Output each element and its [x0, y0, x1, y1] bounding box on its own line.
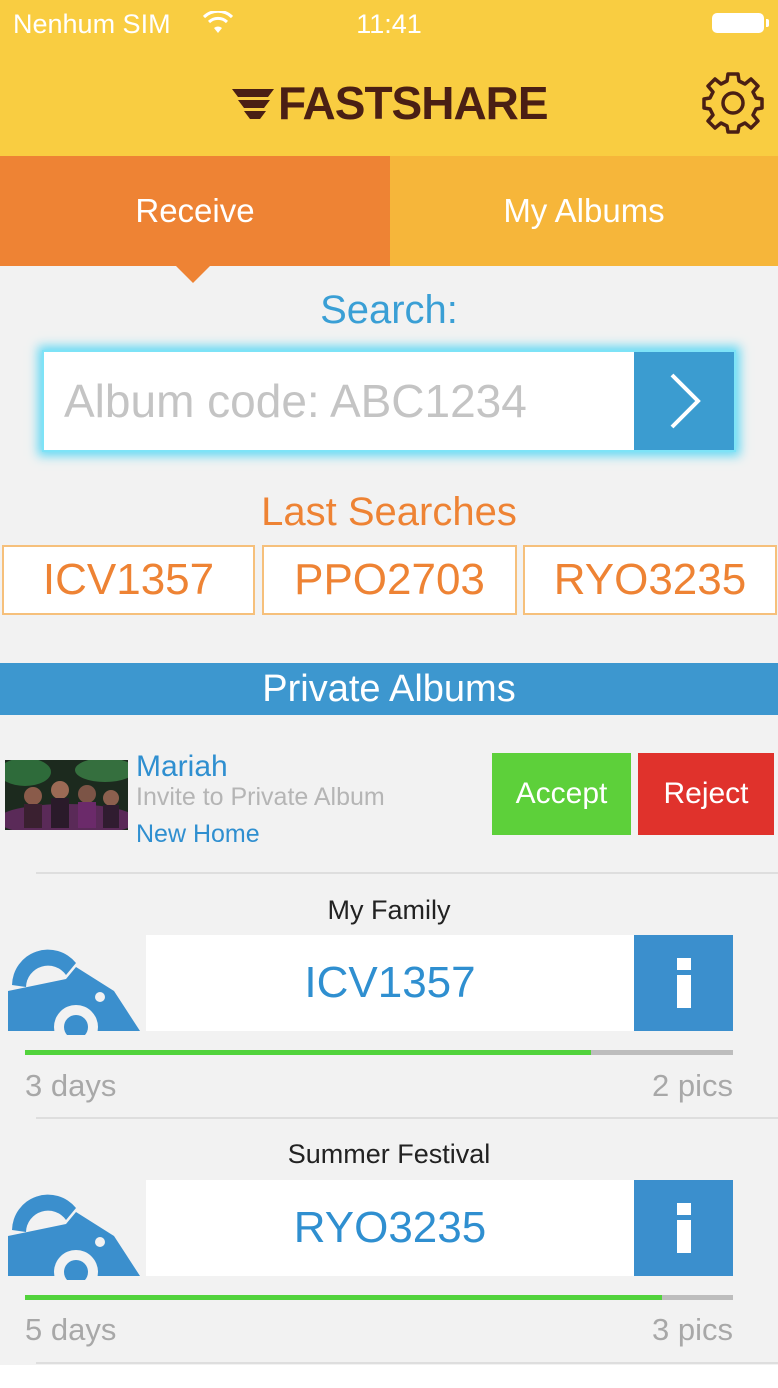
album-code-button[interactable]: ICV1357 [146, 935, 634, 1031]
album-info-button[interactable] [634, 935, 733, 1031]
accept-label: Accept [515, 777, 608, 810]
last-search-chip[interactable]: RYO3235 [523, 545, 777, 615]
invite-thumbnail [5, 760, 128, 830]
album-lock-icon [8, 949, 140, 1035]
album-days-left: 5 days [25, 1312, 117, 1347]
private-albums-heading: Private Albums [0, 663, 778, 715]
album-days-left: 3 days [25, 1068, 117, 1103]
last-search-label: ICV1357 [42, 555, 215, 604]
album-progress-bar [25, 1295, 733, 1300]
album-title: Summer Festival [287, 1139, 491, 1169]
search-heading: Search: [320, 288, 458, 332]
search-box [42, 350, 736, 452]
reject-label: Reject [663, 777, 749, 810]
chevron-right-icon [670, 373, 701, 429]
divider [36, 1362, 778, 1364]
active-tab-pointer [176, 266, 210, 283]
album-code: ICV1357 [304, 958, 476, 1007]
info-icon [676, 958, 691, 1008]
info-icon [676, 1203, 691, 1253]
invite-subtitle: Invite to Private Album [136, 783, 385, 811]
clock: 11:41 [356, 9, 422, 39]
tab-bar: Receive My Albums [0, 156, 778, 266]
album-title: My Family [327, 895, 451, 925]
bottom-strip [0, 1365, 778, 1388]
last-search-chip[interactable]: PPO2703 [262, 545, 517, 615]
album-code: RYO3235 [293, 1203, 487, 1252]
tab-my-albums[interactable]: My Albums [390, 156, 778, 266]
last-searches-heading: Last Searches [261, 490, 517, 534]
invite-album-name: New Home [136, 820, 260, 848]
accept-button[interactable]: Accept [492, 753, 631, 835]
album-info-button[interactable] [634, 1180, 733, 1276]
divider [36, 1117, 778, 1119]
reject-button[interactable]: Reject [638, 753, 774, 835]
last-search-chip[interactable]: ICV1357 [2, 545, 255, 615]
settings-button[interactable] [698, 68, 768, 138]
album-pic-count: 3 pics [652, 1312, 733, 1347]
tab-receive[interactable]: Receive [0, 156, 390, 266]
album-progress-bar [25, 1050, 733, 1055]
album-code-input[interactable] [44, 352, 634, 450]
divider [36, 872, 778, 874]
status-bar: Nenhum SIM 11:41 [0, 0, 778, 50]
tab-receive-label: Receive [135, 192, 255, 229]
battery-icon [712, 13, 769, 33]
search-go-button[interactable] [634, 352, 734, 450]
last-search-label: PPO2703 [294, 555, 485, 604]
album-progress-fill [25, 1295, 663, 1300]
album-lock-icon [8, 1194, 140, 1280]
logo-text: FASTSHARE [278, 77, 549, 129]
app-header: Nenhum SIM 11:41 FASTSHARE [0, 0, 778, 156]
wing-icon [232, 89, 274, 119]
gear-icon [702, 72, 764, 134]
album-pic-count: 2 pics [652, 1068, 733, 1103]
tab-my-albums-label: My Albums [503, 192, 665, 229]
album-progress-fill [25, 1050, 592, 1055]
last-search-label: RYO3235 [553, 555, 747, 604]
album-code-button[interactable]: RYO3235 [146, 1180, 634, 1276]
app-logo: FASTSHARE [230, 77, 549, 129]
invite-sender-name: Mariah [136, 750, 228, 783]
